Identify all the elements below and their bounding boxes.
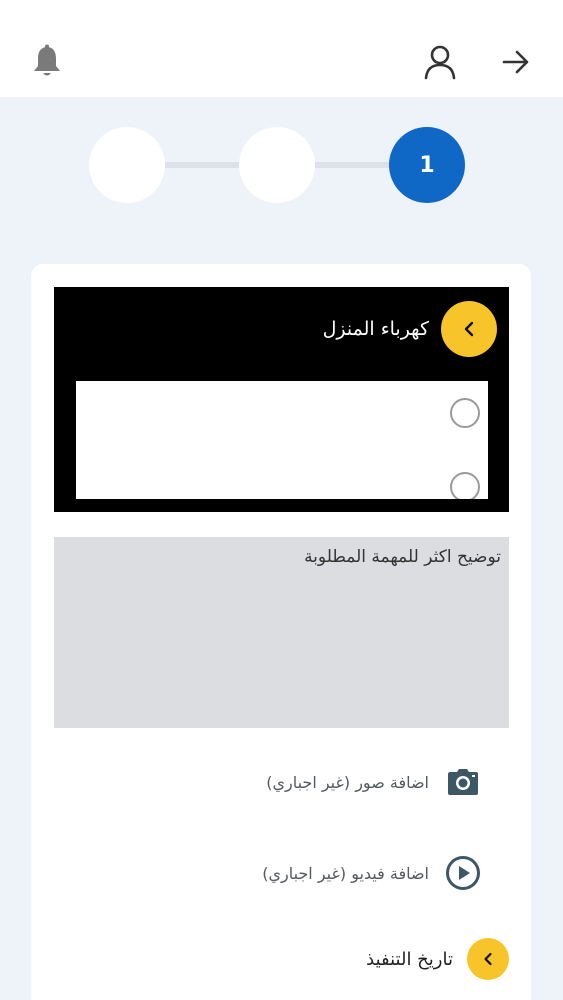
top-bar (0, 0, 563, 97)
description-placeholder: توضيح اكثر للمهمة المطلوبة (304, 547, 501, 567)
add-photos-label: اضافة صور (غير اجباري) (266, 772, 429, 792)
option-radio[interactable] (450, 472, 480, 499)
execution-date-label: تاريخ التنفيذ (366, 948, 453, 970)
step-2 (239, 127, 315, 203)
play-circle-icon (445, 855, 481, 891)
description-textarea[interactable]: توضيح اكثر للمهمة المطلوبة (54, 537, 509, 728)
step-1-active: 1 (389, 127, 465, 203)
subcategory-options (76, 381, 488, 499)
option-radio[interactable] (450, 398, 480, 428)
step-3 (89, 127, 165, 203)
arrow-right-icon[interactable] (496, 42, 536, 82)
step-connector (160, 162, 244, 168)
add-video-button[interactable]: اضافة فيديو (غير اجباري) (181, 853, 481, 893)
chevron-left-icon[interactable] (441, 301, 497, 357)
progress-stepper: 1 (0, 127, 563, 203)
step-connector (310, 162, 394, 168)
request-form-card: كهرباء المنزل توضيح اكثر للمهمة المطلوبة… (31, 264, 531, 1000)
category-panel: كهرباء المنزل (54, 287, 509, 512)
camera-icon (445, 764, 481, 800)
add-video-label: اضافة فيديو (غير اجباري) (262, 863, 429, 883)
bell-icon[interactable] (27, 42, 67, 82)
app-root: 1 كهرباء المنزل توضيح اكثر للمهمة المطلو… (0, 0, 563, 1000)
user-icon[interactable] (420, 42, 460, 82)
execution-date-button[interactable]: تاريخ التنفيذ (366, 938, 509, 980)
category-title: كهرباء المنزل (322, 318, 429, 340)
category-header: كهرباء المنزل (323, 301, 497, 357)
chevron-left-icon (467, 938, 509, 980)
add-photos-button[interactable]: اضافة صور (غير اجباري) (181, 762, 481, 802)
